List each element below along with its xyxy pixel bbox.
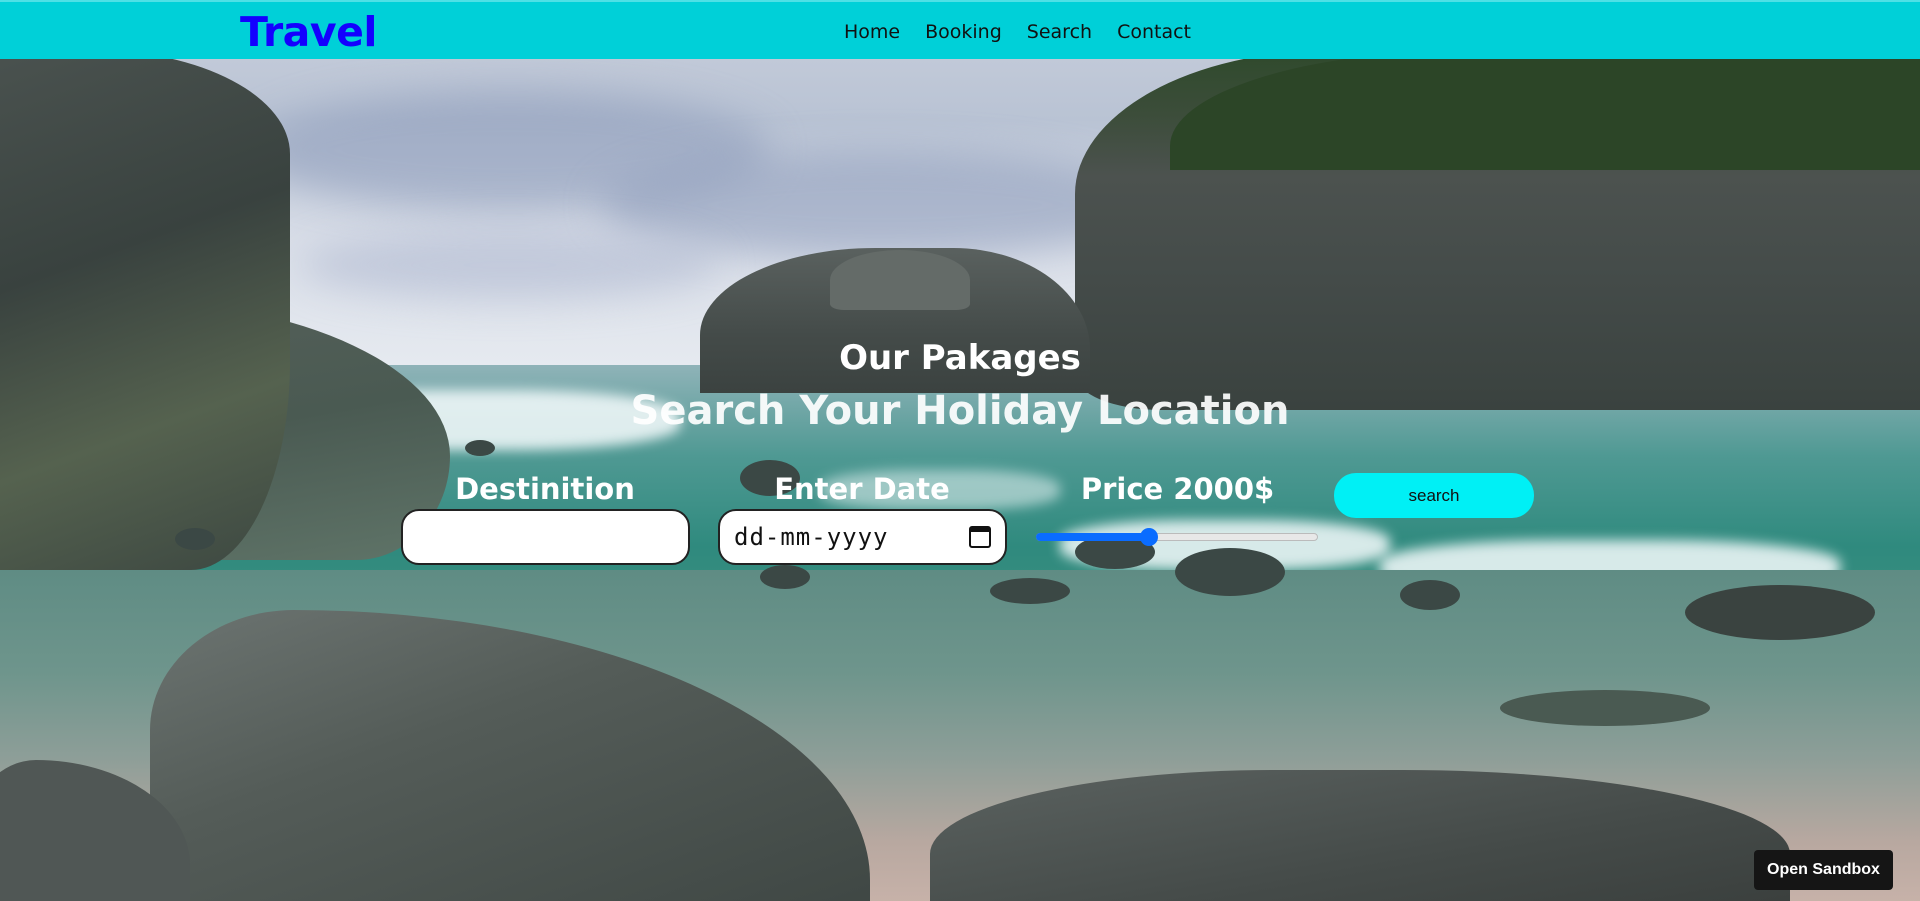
open-sandbox-button[interactable]: Open Sandbox xyxy=(1754,850,1893,890)
nav-links: Home Booking Search Contact xyxy=(844,21,1216,43)
hero-title: Our Pakages xyxy=(839,338,1081,378)
price-slider[interactable] xyxy=(1036,528,1318,546)
price-slider-thumb[interactable] xyxy=(1139,528,1158,546)
nav-link-contact[interactable]: Contact xyxy=(1117,21,1191,43)
nav-link-home[interactable]: Home xyxy=(844,21,900,43)
search-button[interactable]: search xyxy=(1334,473,1534,518)
date-label: Enter Date xyxy=(774,472,950,506)
nav-link-search[interactable]: Search xyxy=(1027,21,1092,43)
site-logo[interactable]: Travel xyxy=(240,8,377,56)
price-slider-fill xyxy=(1036,533,1149,541)
calendar-icon[interactable] xyxy=(969,526,991,548)
background-beach-image xyxy=(0,0,1920,901)
date-input[interactable]: dd-mm-yyyy xyxy=(718,509,1007,565)
destination-label: Destinition xyxy=(455,472,635,506)
nav-link-booking[interactable]: Booking xyxy=(925,21,1002,43)
price-label: Price 2000$ xyxy=(1080,472,1275,506)
date-placeholder: dd-mm-yyyy xyxy=(734,523,889,551)
hero-subtitle: Search Your Holiday Location xyxy=(630,388,1290,434)
top-navbar: Travel Home Booking Search Contact xyxy=(0,0,1920,59)
destination-input[interactable] xyxy=(401,509,690,565)
